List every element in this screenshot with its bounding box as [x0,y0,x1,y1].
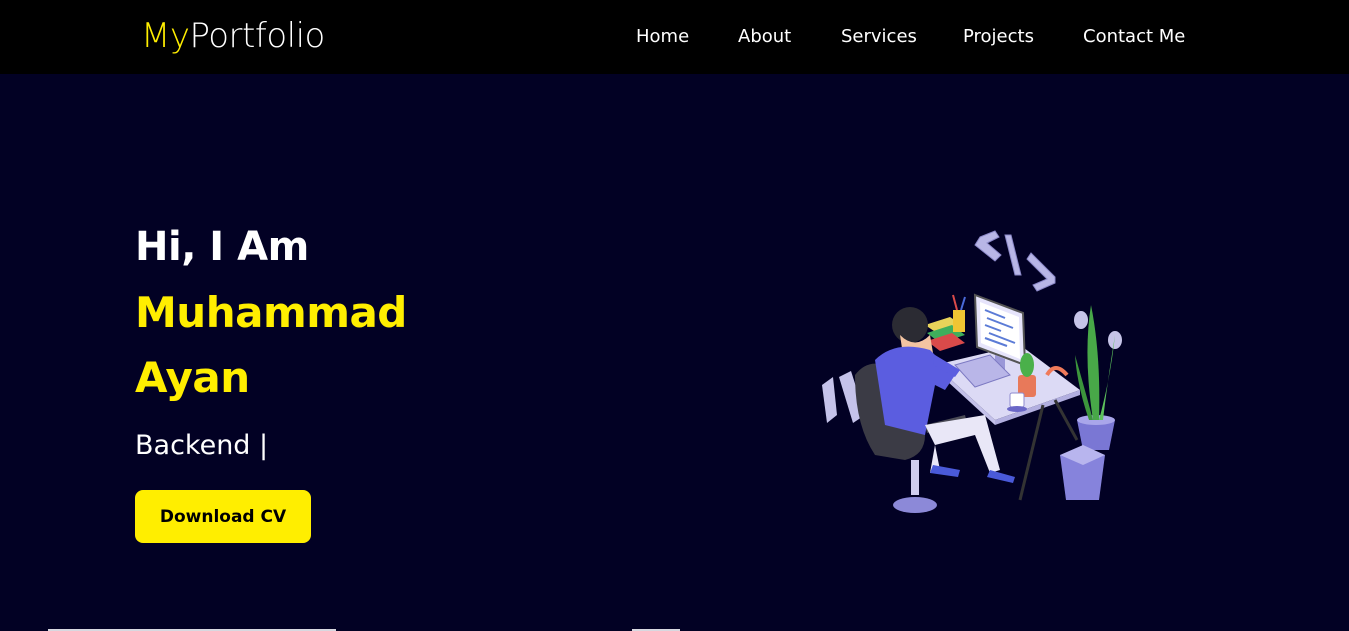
navbar: MyPortfolio Home About Services Projects… [0,0,1349,74]
hero-role-typing: Backend | [135,430,269,461]
hero-name-first: Muhammad [135,288,407,337]
download-cv-button[interactable]: Download CV [135,490,311,543]
decor-pebble [1074,311,1088,329]
nav-services-link[interactable]: Services [841,25,917,49]
nav-projects-link[interactable]: Projects [963,25,1034,49]
nav-contact-link[interactable]: Contact Me [1083,25,1185,49]
nav-about-link[interactable]: About [738,25,791,49]
nav-home-link[interactable]: Home [636,25,689,49]
trash-bin [1060,445,1105,500]
developer-desk-illustration [822,230,1122,513]
hero-name-last: Ayan [135,353,250,402]
code-brackets-icon [974,230,1056,292]
hero-greeting: Hi, I Am [135,224,309,270]
decor-pebble [1108,331,1122,349]
nav-links: Home About Services Projects Contact Me [0,0,1349,74]
coffee-mug [1007,392,1027,412]
